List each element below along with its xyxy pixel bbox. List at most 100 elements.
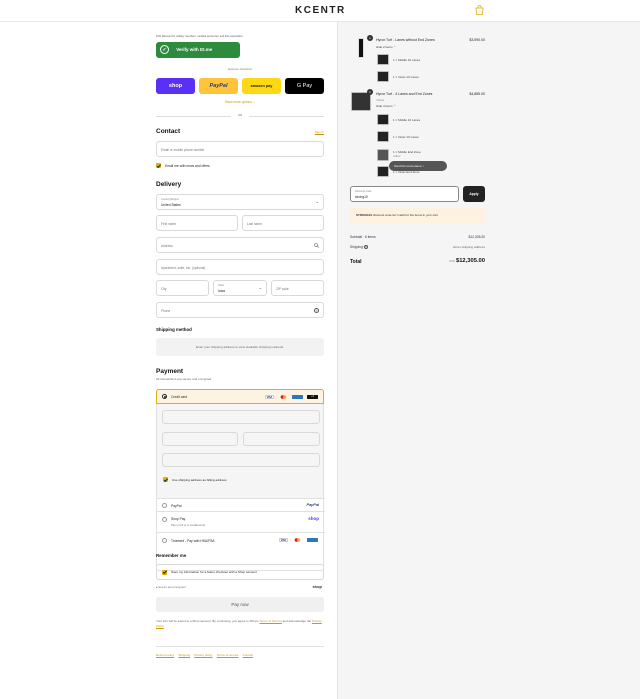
shipping-link[interactable]: Shipping	[178, 653, 190, 657]
centr-logo[interactable]: KCENTR	[295, 5, 346, 16]
address-placeholder: Address	[161, 243, 173, 248]
sub-item-label: 1 × Middle 10 Lanes	[393, 58, 421, 62]
apartment-field[interactable]: Apartment, suite, etc. (optional)	[156, 259, 324, 275]
apartment-placeholder: Apartment, suite, etc. (optional)	[161, 265, 206, 270]
sub-item-thumbnail	[377, 166, 389, 177]
sub-item-thumbnail	[377, 54, 389, 65]
sign-in-link[interactable]: Sign in	[156, 130, 324, 134]
refund-policy-link[interactable]: Refund policy	[156, 653, 174, 657]
card-form: Use shipping address as billing address	[156, 404, 324, 498]
help-icon[interactable]: ?	[314, 308, 319, 313]
payment-heading: Payment	[156, 368, 184, 375]
idme-check-icon: ✓	[160, 45, 169, 55]
contact-link[interactable]: Contact	[243, 653, 253, 657]
first-name-field[interactable]: First name	[156, 215, 238, 231]
toggle-label: Hide 2 items	[376, 45, 393, 49]
address-field[interactable]: Address	[156, 237, 324, 253]
terms-pre: Your info will be saved to a Shop accoun…	[156, 619, 259, 623]
shop-pay-button[interactable]: shop	[156, 78, 195, 94]
hide-items-toggle[interactable]: Hide 2 items ⌃	[376, 45, 396, 49]
idme-button-label: Verify with ID.me	[176, 47, 213, 52]
shopping-bag-icon[interactable]	[475, 5, 484, 15]
or-divider: OR	[156, 113, 324, 119]
credit-card-option[interactable]: Credit card VISA +3	[156, 389, 324, 404]
shop-pay-subtitle: Pay in full or in installments	[171, 522, 205, 527]
hide-items-toggle[interactable]: Hide 4 items ⌃	[376, 104, 396, 108]
toggle-label: Hide 4 items	[376, 104, 393, 108]
sub-item-thumbnail	[377, 71, 389, 82]
save-info-checkbox[interactable]	[162, 569, 167, 575]
product-price: $3,590.00	[469, 38, 485, 42]
zip-field[interactable]: ZIP code	[271, 280, 324, 296]
divider-line	[249, 116, 324, 117]
subtotal-value: $12,305.00	[468, 235, 485, 239]
apply-button[interactable]: Apply	[463, 186, 485, 202]
city-field[interactable]: City	[156, 280, 209, 296]
shop-pay-option[interactable]: Shop Pay Pay in full or in installments …	[157, 511, 325, 532]
card-name-field[interactable]	[162, 453, 320, 467]
terms-end: .	[163, 623, 165, 628]
paypal-option[interactable]: PayPal PayPal	[157, 498, 325, 511]
state-select[interactable]: State Iowa ⌄	[213, 280, 267, 296]
shipping-method-message: Enter your shipping address to view avai…	[195, 345, 285, 349]
news-checkbox[interactable]	[156, 163, 161, 168]
truemed-option[interactable]: Truemed - Pay with HSA/FSA VISA	[157, 532, 325, 547]
sub-item-label: 1 × Middle 10 Lanes	[393, 118, 421, 122]
credit-card-label: Credit card	[171, 394, 188, 399]
sub-item-label: 1 × Outer 10 Lanes	[393, 135, 419, 139]
card-number-field[interactable]	[162, 410, 320, 424]
footer-links: Refund policy Shipping Privacy policy Te…	[156, 653, 324, 657]
amex-icon	[292, 395, 303, 399]
credit-card-radio[interactable]	[162, 394, 167, 399]
chevron-down-icon: ⌄	[252, 100, 256, 104]
zip-placeholder: ZIP code	[276, 286, 289, 291]
discount-code-input[interactable]: Discount code strong10	[350, 186, 459, 202]
paypal-button[interactable]: PayPal	[199, 78, 238, 94]
verify-idme-button[interactable]: ✓ Verify with ID.me	[156, 42, 240, 58]
show-more-options-link[interactable]: Show more options ⌄	[156, 100, 324, 104]
truemed-radio[interactable]	[162, 538, 167, 543]
phone-field[interactable]: Phone ?	[156, 302, 324, 318]
currency-code: USD	[448, 259, 455, 263]
pay-now-button[interactable]: Pay now	[156, 597, 324, 612]
city-placeholder: City	[161, 286, 167, 291]
visa-icon: VISA	[265, 395, 274, 399]
billing-address-checkbox[interactable]	[163, 477, 168, 482]
chevron-down-icon: ⌄	[315, 199, 319, 204]
footer-divider	[156, 646, 324, 647]
card-expiry-field[interactable]	[162, 432, 238, 446]
email-field[interactable]: Email or mobile phone number	[156, 141, 324, 157]
arrow-down-icon: ↓	[422, 164, 424, 168]
terms-of-service-footer-link[interactable]: Terms of service	[217, 653, 239, 657]
country-value: United States	[161, 202, 181, 207]
discount-error-banner: STRONG10 discount code isn't valid for t…	[350, 208, 485, 223]
last-name-field[interactable]: Last name	[242, 215, 324, 231]
news-label: Email me with news and offers	[165, 163, 210, 168]
country-select[interactable]: Country/Region United States ⌄	[156, 194, 324, 210]
remember-me-heading: Remember me	[156, 553, 187, 558]
phone-placeholder: Phone	[161, 308, 171, 313]
terms-text: Your info will be saved to a Shop accoun…	[156, 619, 324, 629]
terms-of-service-link[interactable]: Terms of Service	[259, 619, 281, 623]
google-pay-button[interactable]: G Pay	[285, 78, 324, 94]
card-cvv-field[interactable]	[243, 432, 320, 446]
delivery-heading: Delivery	[156, 181, 182, 188]
error-message: discount code isn't valid for the items …	[373, 213, 438, 217]
sub-item-thumbnail	[377, 131, 389, 142]
save-info-label: Save my information for a faster checkou…	[171, 570, 257, 574]
shipping-method-placeholder: Enter your shipping address to view avai…	[156, 338, 324, 356]
amazon-pay-button[interactable]: amazon pay	[242, 78, 281, 94]
search-icon	[314, 243, 319, 248]
shipping-value: Enter shipping address	[453, 245, 485, 249]
header: KCENTR	[0, 0, 640, 22]
privacy-policy-footer-link[interactable]: Privacy policy	[194, 653, 212, 657]
sub-item-label: 1 × Middle End Zone	[393, 150, 421, 154]
billing-address-label: Use shipping address as billing address	[172, 477, 227, 482]
idme-note: 10% discount for military members, medic…	[156, 35, 243, 38]
sub-item-note: Yellow	[393, 155, 401, 158]
sub-item-thumbnail	[377, 114, 389, 125]
show-more-label: Show more options	[224, 100, 252, 104]
scroll-hint[interactable]: Scroll for more items ↓	[389, 161, 447, 171]
payment-methods: Credit card VISA +3 Use shipping address…	[156, 389, 325, 571]
last-name-placeholder: Last name	[247, 221, 262, 226]
